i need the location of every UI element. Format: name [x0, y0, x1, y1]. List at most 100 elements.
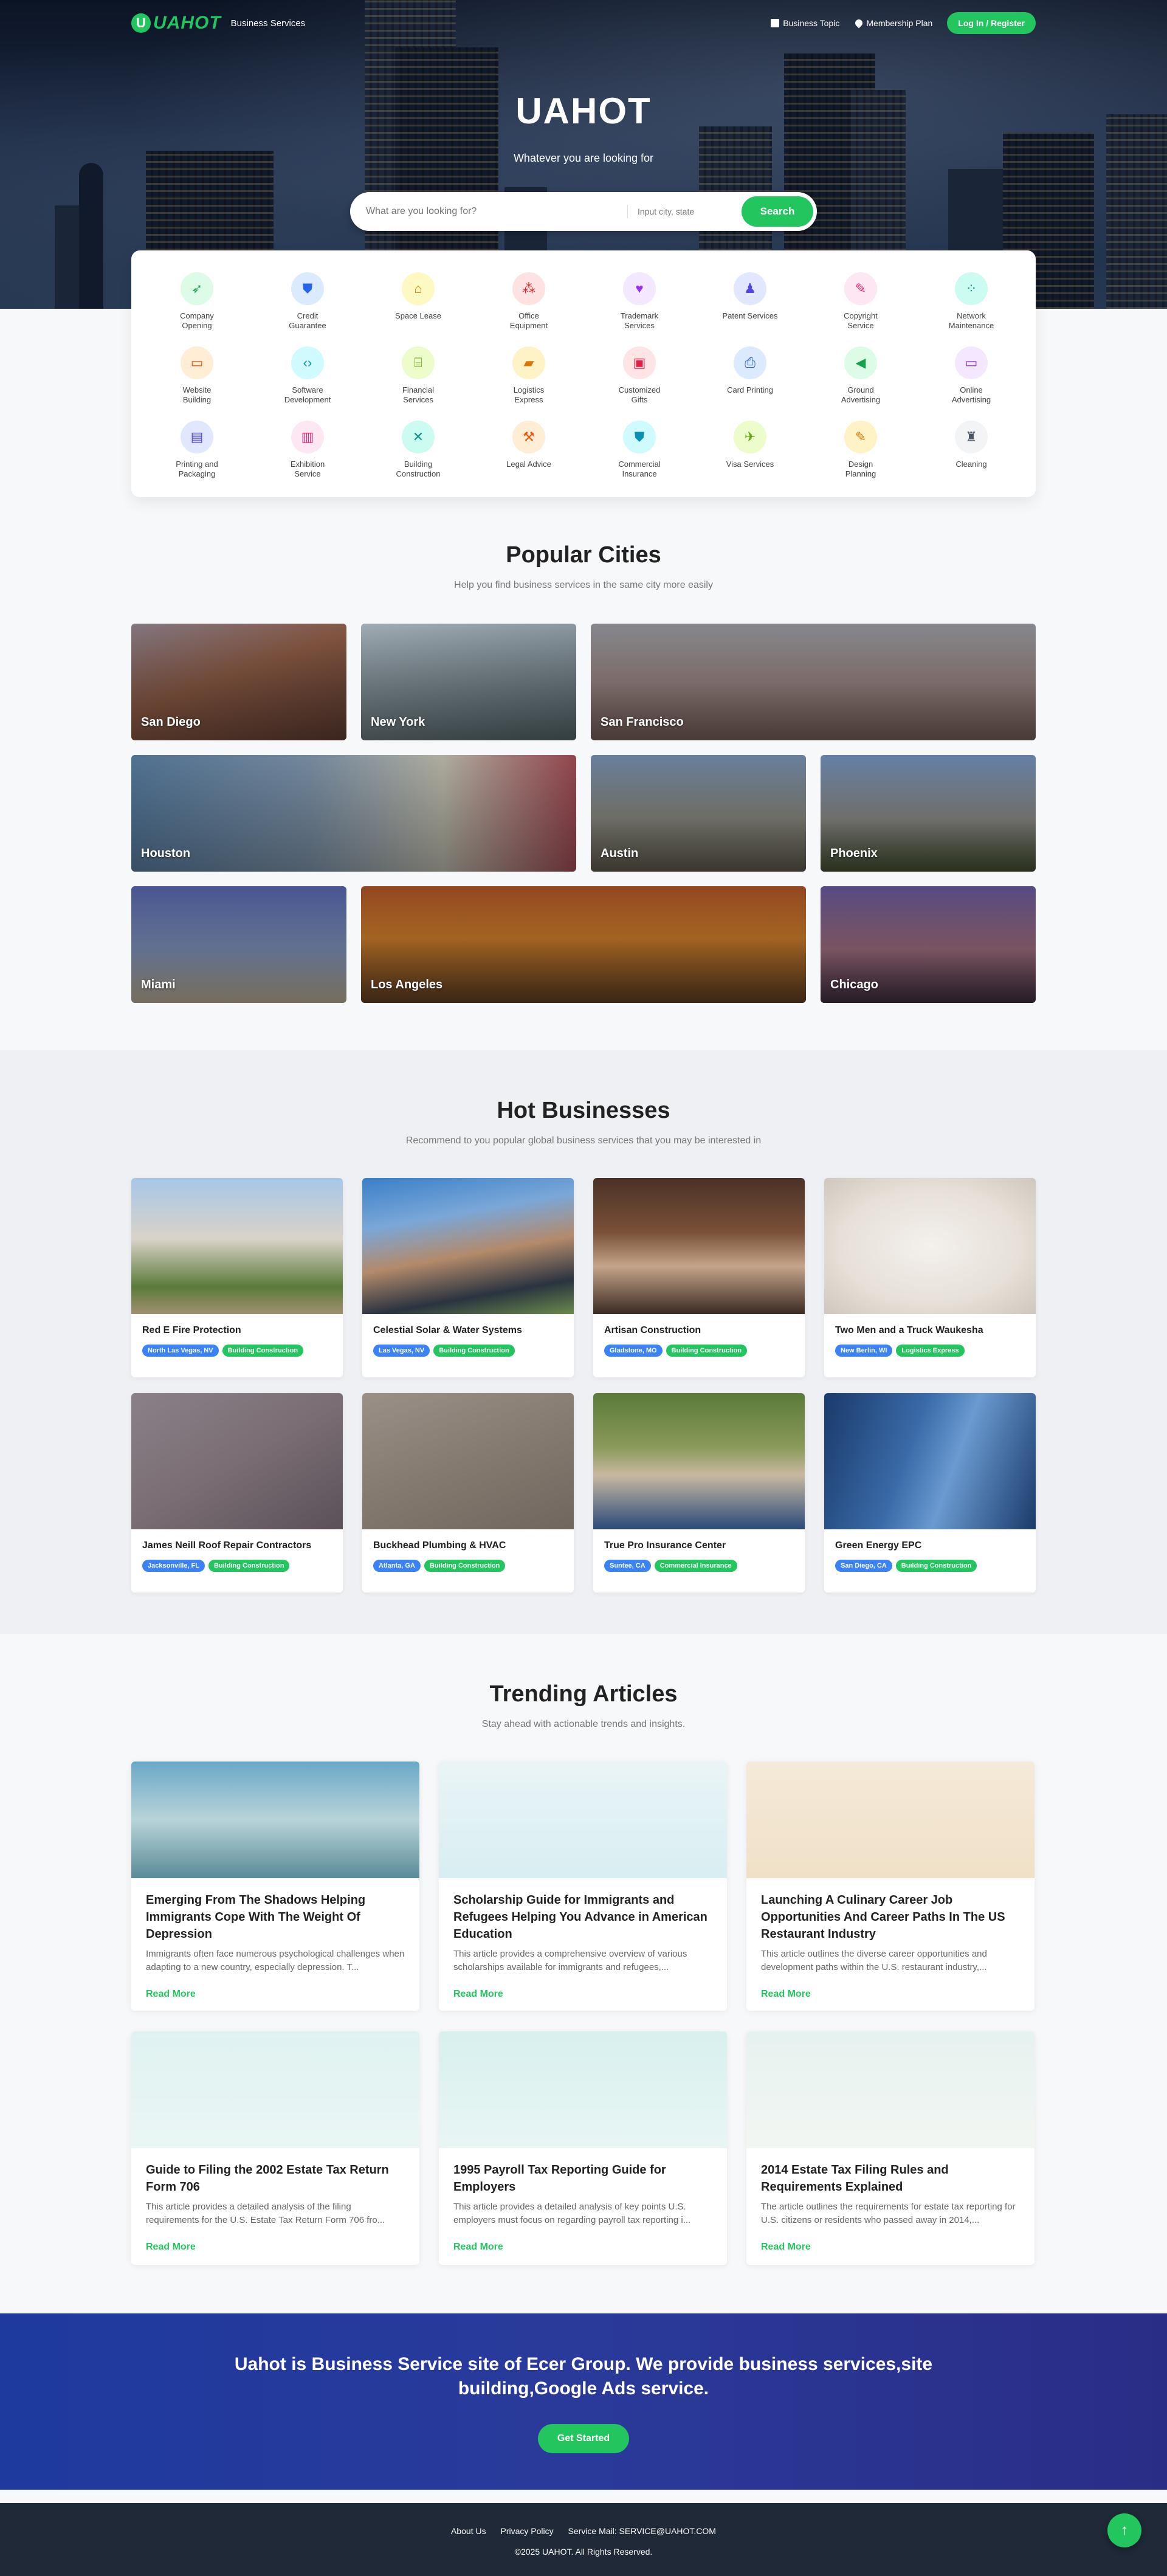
- city-card[interactable]: Los Angeles: [361, 886, 806, 1003]
- nav-business-topic[interactable]: Business Topic: [771, 18, 839, 28]
- article-title[interactable]: 1995 Payroll Tax Reporting Guide for Emp…: [453, 2161, 712, 2195]
- category-label: Design Planning: [845, 460, 876, 478]
- category-item[interactable]: ⁘ Network Maintenance: [935, 272, 1008, 331]
- location-tag[interactable]: New Berlin, WI: [835, 1345, 893, 1357]
- category-item[interactable]: ▣ Customized Gifts: [603, 346, 676, 405]
- location-input[interactable]: [638, 207, 741, 216]
- logo-mark: U: [131, 13, 151, 33]
- business-card[interactable]: Two Men and a Truck Waukesha New Berlin, …: [824, 1178, 1036, 1377]
- category-tag[interactable]: Building Construction: [895, 1560, 977, 1572]
- equipment-icon: ⁂: [512, 272, 545, 305]
- category-item[interactable]: ➶ Company Opening: [160, 272, 233, 331]
- category-item[interactable]: ▥ Exhibition Service: [271, 421, 344, 479]
- category-item[interactable]: ♟ Patent Services: [714, 272, 787, 321]
- category-item[interactable]: ✕ Building Construction: [382, 421, 455, 479]
- category-item[interactable]: ▭ Online Advertising: [935, 346, 1008, 405]
- read-more-link[interactable]: Read More: [453, 1989, 712, 2000]
- read-more-link[interactable]: Read More: [761, 2242, 1020, 2253]
- article-title[interactable]: 2014 Estate Tax Filing Rules and Require…: [761, 2161, 1020, 2195]
- footer-links: About Us Privacy Policy Service Mail: SE…: [0, 2526, 1167, 2536]
- search-button[interactable]: Search: [742, 196, 813, 227]
- category-tag[interactable]: Building Construction: [424, 1560, 506, 1572]
- business-card[interactable]: Green Energy EPC San Diego, CA Building Co…: [824, 1393, 1036, 1593]
- article-card[interactable]: Emerging From The Shadows Helping Immigr…: [131, 1762, 419, 2011]
- category-item[interactable]: ✎ Design Planning: [824, 421, 897, 479]
- city-card[interactable]: Austin: [591, 755, 806, 872]
- city-card[interactable]: San Diego: [131, 624, 346, 740]
- article-card[interactable]: Guide to Filing the 2002 Estate Tax Retu…: [131, 2031, 419, 2265]
- business-card[interactable]: Red E Fire Protection North Las Vegas, NV…: [131, 1178, 343, 1377]
- logo[interactable]: U UAHOT Business Services: [131, 13, 305, 33]
- category-tag[interactable]: Building Construction: [666, 1345, 748, 1357]
- category-item[interactable]: ‹› Software Development: [271, 346, 344, 405]
- article-title[interactable]: Scholarship Guide for Immigrants and Ref…: [453, 1892, 712, 1943]
- business-card[interactable]: True Pro Insurance Center Suntee, CA Comme…: [593, 1393, 805, 1593]
- location-tag[interactable]: North Las Vegas, NV: [142, 1345, 219, 1357]
- category-item[interactable]: ⌸ Financial Services: [382, 346, 455, 405]
- location-tag[interactable]: Suntee, CA: [604, 1560, 651, 1572]
- category-item[interactable]: ▤ Printing and Packaging: [160, 421, 233, 479]
- business-card[interactable]: Artisan Construction Gladstone, MO Buildin…: [593, 1178, 805, 1377]
- footer-link-about[interactable]: About Us: [451, 2526, 486, 2536]
- article-title[interactable]: Emerging From The Shadows Helping Immigr…: [146, 1892, 405, 1943]
- location-tag[interactable]: Jacksonville, FL: [142, 1560, 205, 1572]
- location-tag[interactable]: Atlanta, GA: [373, 1560, 421, 1572]
- business-card[interactable]: Buckhead Plumbing & HVAC Atlanta, GA Build…: [362, 1393, 574, 1593]
- article-card[interactable]: 1995 Payroll Tax Reporting Guide for Emp…: [439, 2031, 727, 2265]
- category-tag[interactable]: Commercial Insurance: [654, 1560, 737, 1572]
- article-image: [439, 2031, 727, 2148]
- search-input[interactable]: [366, 206, 627, 217]
- business-image: [593, 1178, 805, 1314]
- login-register-button[interactable]: Log In / Register: [947, 12, 1036, 34]
- category-item[interactable]: ⛊ Credit Guarantee: [271, 272, 344, 331]
- business-card[interactable]: James Neill Roof Repair Contractors Jacks…: [131, 1393, 343, 1593]
- city-card[interactable]: Phoenix: [821, 755, 1036, 872]
- category-label: Office Equipment: [509, 311, 548, 330]
- read-more-link[interactable]: Read More: [146, 2242, 405, 2253]
- category-item[interactable]: ✈ Visa Services: [714, 421, 787, 469]
- article-card[interactable]: Scholarship Guide for Immigrants and Ref…: [439, 1762, 727, 2011]
- location-tag[interactable]: Las Vegas, NV: [373, 1345, 430, 1357]
- location-tag[interactable]: Gladstone, MO: [604, 1345, 663, 1357]
- article-card[interactable]: Launching A Culinary Career Job Opportun…: [746, 1762, 1034, 2011]
- rocket-icon: ➶: [181, 272, 213, 305]
- category-item[interactable]: ◀ Ground Advertising: [824, 346, 897, 405]
- category-tag[interactable]: Building Construction: [208, 1560, 290, 1572]
- category-tag[interactable]: Logistics Express: [896, 1345, 965, 1357]
- read-more-link[interactable]: Read More: [761, 1989, 1020, 2000]
- category-item[interactable]: ⌂ Space Lease: [382, 272, 455, 321]
- category-item[interactable]: ⁂ Office Equipment: [492, 272, 565, 331]
- category-label: Website Building: [182, 385, 212, 404]
- document-icon: [771, 19, 780, 27]
- city-card[interactable]: San Francisco: [591, 624, 1036, 740]
- article-title[interactable]: Launching A Culinary Career Job Opportun…: [761, 1892, 1020, 1943]
- category-item[interactable]: ▰ Logistics Express: [492, 346, 565, 405]
- city-card[interactable]: Miami: [131, 886, 346, 1003]
- nav-membership-plan[interactable]: Membership Plan: [853, 18, 932, 29]
- article-card[interactable]: 2014 Estate Tax Filing Rules and Require…: [746, 2031, 1034, 2265]
- city-card[interactable]: Chicago: [821, 886, 1036, 1003]
- footer-link-privacy[interactable]: Privacy Policy: [501, 2526, 554, 2536]
- badge-icon: [853, 18, 864, 29]
- read-more-link[interactable]: Read More: [146, 1989, 405, 2000]
- back-to-top-button[interactable]: ↑: [1107, 2513, 1141, 2547]
- category-item[interactable]: ⛊ Commercial Insurance: [603, 421, 676, 479]
- page: U UAHOT Business Services Business Topic…: [0, 0, 1167, 2576]
- category-item[interactable]: ▭ Website Building: [160, 346, 233, 405]
- category-item[interactable]: ⚒ Legal Advice: [492, 421, 565, 469]
- business-card[interactable]: Celestial Solar & Water Systems Las Vegas…: [362, 1178, 574, 1377]
- category-item[interactable]: ⎙ Card Printing: [714, 346, 787, 395]
- city-card[interactable]: Houston: [131, 755, 576, 872]
- read-more-link[interactable]: Read More: [453, 2242, 712, 2253]
- category-tag[interactable]: Building Construction: [433, 1345, 515, 1357]
- category-item[interactable]: ♜ Cleaning: [935, 421, 1008, 469]
- category-item[interactable]: ✎ Copyright Service: [824, 272, 897, 331]
- category-label: Building Construction: [396, 460, 441, 478]
- get-started-button[interactable]: Get Started: [538, 2424, 629, 2453]
- footer-link-service-mail[interactable]: Service Mail: SERVICE@UAHOT.COM: [568, 2526, 716, 2536]
- category-tag[interactable]: Building Construction: [222, 1345, 304, 1357]
- city-card[interactable]: New York: [361, 624, 576, 740]
- article-title[interactable]: Guide to Filing the 2002 Estate Tax Retu…: [146, 2161, 405, 2195]
- location-tag[interactable]: San Diego, CA: [835, 1560, 892, 1572]
- category-item[interactable]: ♥ Trademark Services: [603, 272, 676, 331]
